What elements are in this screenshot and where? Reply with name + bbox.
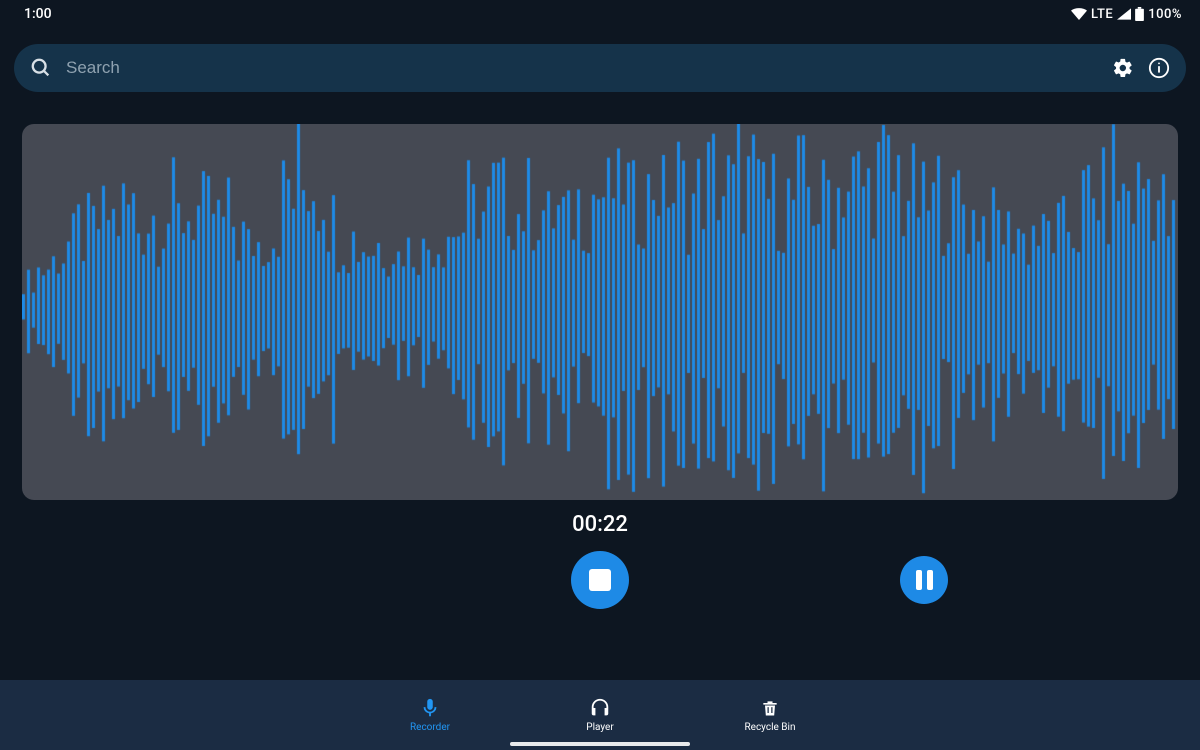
status-icons: LTE 100%: [1071, 7, 1182, 22]
battery-icon: [1135, 7, 1144, 21]
nav-label: Player: [586, 722, 613, 733]
pause-icon: [916, 570, 933, 590]
battery-label: 100%: [1148, 7, 1182, 22]
status-time: 1:00: [18, 6, 52, 22]
recorder-controls: [0, 551, 1200, 631]
settings-icon[interactable]: [1112, 57, 1134, 79]
nav-label: Recycle Bin: [744, 722, 795, 733]
stop-button[interactable]: [571, 551, 629, 609]
nav-player[interactable]: Player: [570, 697, 630, 733]
trash-icon: [760, 697, 780, 719]
waveform-canvas: [22, 124, 1178, 500]
pause-button[interactable]: [900, 556, 948, 604]
home-indicator[interactable]: [510, 742, 690, 746]
bottom-nav: Recorder Player Recycle Bin: [0, 680, 1200, 750]
headphones-icon: [589, 697, 611, 719]
nav-label: Recorder: [410, 722, 450, 733]
elapsed-time: 00:22: [0, 512, 1200, 537]
status-bar: 1:00 LTE 100%: [0, 0, 1200, 28]
network-label: LTE: [1091, 7, 1113, 22]
signal-icon: [1117, 8, 1131, 20]
nav-recycle-bin[interactable]: Recycle Bin: [740, 697, 800, 733]
nav-recorder[interactable]: Recorder: [400, 697, 460, 733]
search-icon: [30, 57, 52, 79]
search-input[interactable]: [66, 58, 1098, 78]
wifi-icon: [1071, 8, 1087, 20]
info-icon[interactable]: [1148, 57, 1170, 79]
search-bar[interactable]: [14, 44, 1186, 92]
microphone-icon: [419, 697, 441, 719]
stop-icon: [589, 569, 611, 591]
waveform-panel: [22, 124, 1178, 500]
